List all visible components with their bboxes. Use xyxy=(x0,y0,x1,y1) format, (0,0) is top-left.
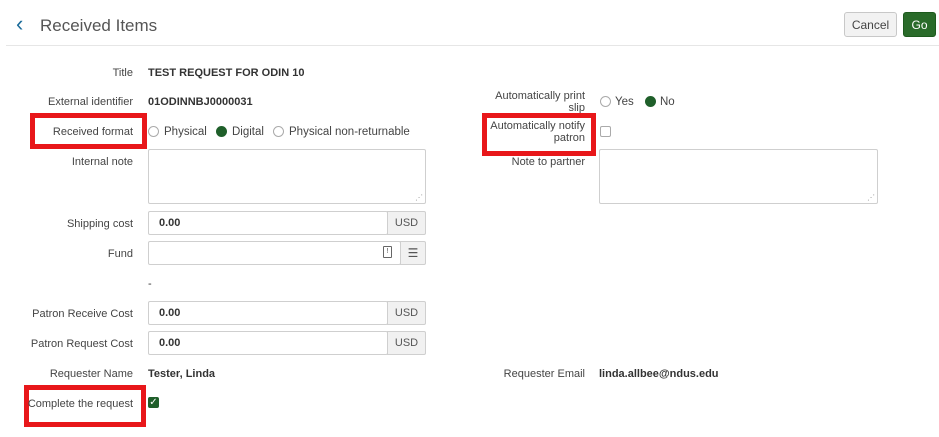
format-physical-nonreturnable-label: Physical non-returnable xyxy=(289,126,410,138)
auto-print-yes-label: Yes xyxy=(615,96,634,108)
auto-print-slip-label: Automatically print slip xyxy=(495,90,585,114)
fund-info-icon[interactable]: ! xyxy=(383,246,392,258)
format-physical-label: Physical xyxy=(164,126,207,138)
requester-name-value: Tester, Linda xyxy=(148,368,216,380)
fund-label: Fund xyxy=(107,248,133,260)
fund-input[interactable] xyxy=(148,241,401,265)
patron-receive-cost-input[interactable]: 0.00 xyxy=(148,301,388,325)
auto-print-no-label: No xyxy=(660,96,675,108)
auto-print-slip-label-line1: Automatically print xyxy=(495,90,585,102)
patron-receive-cost-label: Patron Receive Cost xyxy=(32,308,133,320)
checkmark-icon: ✓ xyxy=(149,397,158,408)
back-chevron-icon[interactable]: ‹ xyxy=(16,12,23,36)
patron-request-cost-label: Patron Request Cost xyxy=(30,338,133,350)
requester-name-label: Requester Name xyxy=(49,368,133,380)
patron-receive-cost-currency: USD xyxy=(387,301,426,325)
resize-grip-icon[interactable]: ⋰ xyxy=(867,193,875,202)
complete-request-label: Complete the request xyxy=(27,398,133,410)
auto-notify-label-line1: Automatically notify xyxy=(490,120,585,132)
resize-grip-icon[interactable]: ⋰ xyxy=(415,193,423,202)
requester-email-value: linda.allbee@ndus.edu xyxy=(599,368,719,380)
internal-note-label: Internal note xyxy=(71,156,133,168)
auto-print-no-radio[interactable] xyxy=(645,96,656,107)
page-title: Received Items xyxy=(40,16,158,35)
auto-notify-patron-checkbox[interactable] xyxy=(600,126,611,137)
shipping-cost-currency: USD xyxy=(387,211,426,235)
fund-list-icon[interactable]: ☰ xyxy=(400,241,426,265)
auto-print-yes-radio[interactable] xyxy=(600,96,611,107)
page-header: ‹ Received Items Cancel Go xyxy=(6,4,939,46)
patron-request-cost-input[interactable]: 0.00 xyxy=(148,331,388,355)
go-button[interactable]: Go xyxy=(903,12,936,37)
received-format-label: Received format xyxy=(52,126,133,138)
title-value: TEST REQUEST FOR ODIN 10 xyxy=(148,67,305,79)
internal-note-textarea[interactable]: ⋰ xyxy=(148,149,426,204)
format-physical-nonreturnable-radio[interactable] xyxy=(273,126,284,137)
note-to-partner-textarea[interactable]: ⋰ xyxy=(599,149,878,204)
complete-request-checkbox[interactable]: ✓ xyxy=(148,397,159,408)
auto-notify-label-line2: patron xyxy=(553,132,585,144)
shipping-cost-label: Shipping cost xyxy=(66,218,133,230)
patron-request-cost-currency: USD xyxy=(387,331,426,355)
note-to-partner-label: Note to partner xyxy=(511,156,585,168)
title-label: Title xyxy=(112,67,133,79)
external-identifier-value: 01ODINNBJ0000031 xyxy=(148,96,253,108)
cancel-button[interactable]: Cancel xyxy=(844,12,897,37)
format-digital-radio[interactable] xyxy=(216,126,227,137)
shipping-cost-input[interactable]: 0.00 xyxy=(148,211,388,235)
format-physical-radio[interactable] xyxy=(148,126,159,137)
fund-dash-value: - xyxy=(148,278,152,290)
external-identifier-label: External identifier xyxy=(48,96,133,108)
requester-email-label: Requester Email xyxy=(503,368,585,380)
auto-notify-patron-label: Automatically notify patron xyxy=(490,120,585,144)
format-digital-label: Digital xyxy=(232,126,264,138)
